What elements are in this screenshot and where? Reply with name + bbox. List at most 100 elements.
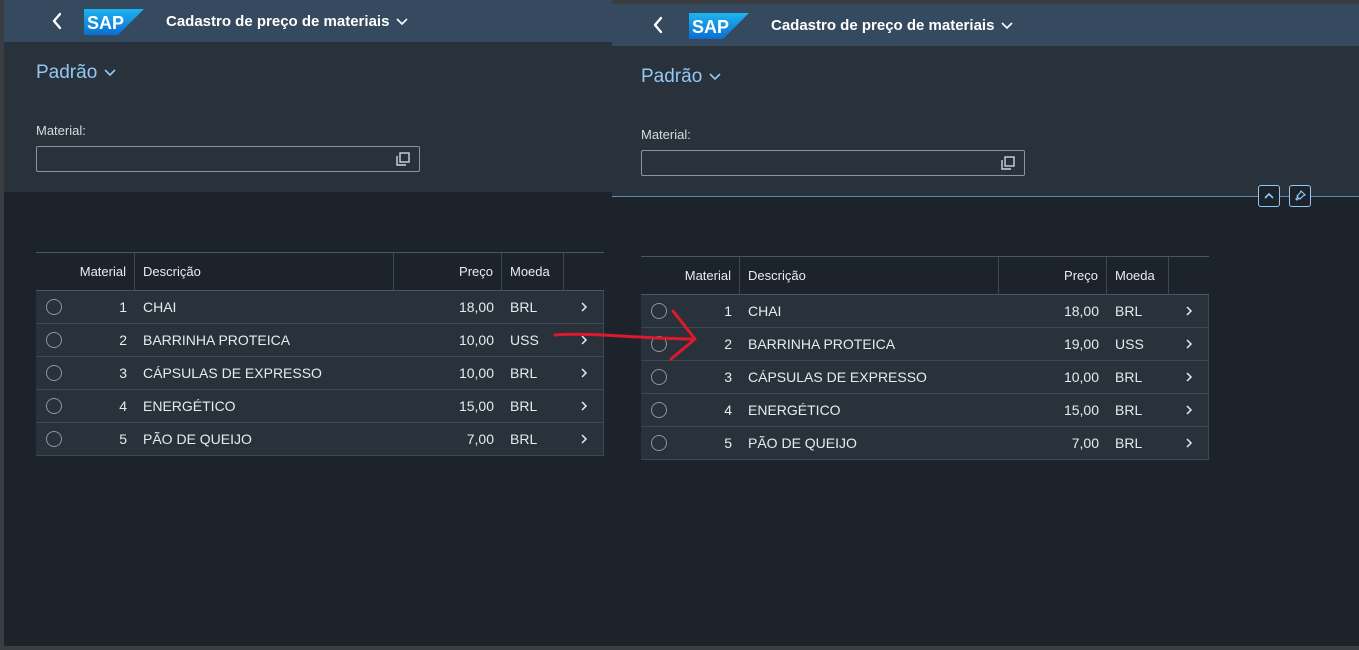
chevron-right-icon[interactable] (1169, 427, 1209, 459)
pin-header-button[interactable] (1289, 185, 1311, 207)
cell-descricao: CÁPSULAS DE EXPRESSO (748, 369, 927, 385)
column-header-descricao[interactable]: Descrição (740, 257, 999, 294)
table-row[interactable]: 5 PÃO DE QUEIJO 7,00 BRL (641, 427, 1209, 460)
material-label: Material: (641, 127, 691, 142)
variant-name: Padrão (641, 66, 703, 88)
cell-material: 1 (119, 299, 127, 315)
cell-preco: 18,00 (1063, 303, 1099, 319)
chevron-right-icon[interactable] (1169, 295, 1209, 327)
cell-material: 4 (119, 398, 127, 414)
table-row[interactable]: 2 BARRINHA PROTEICA 19,00 USS (641, 328, 1209, 361)
table-row[interactable]: 4 ENERGÉTICO 15,00 BRL (641, 394, 1209, 427)
table-row[interactable]: 5 PÃO DE QUEIJO 7,00 BRL (36, 423, 604, 456)
row-select-radio[interactable] (46, 431, 62, 447)
column-header-moeda[interactable]: Moeda (502, 253, 564, 290)
row-select-radio[interactable] (46, 332, 62, 348)
chevron-right-icon[interactable] (564, 390, 604, 422)
app-title-menu[interactable]: Cadastro de preço de materiais (771, 17, 1014, 35)
cell-material: 3 (724, 369, 732, 385)
table-row[interactable]: 3 CÁPSULAS DE EXPRESSO 10,00 BRL (641, 361, 1209, 394)
chevron-down-icon (1000, 18, 1014, 35)
chevron-up-icon (1264, 192, 1274, 199)
back-button[interactable] (44, 7, 72, 35)
cell-material: 3 (119, 365, 127, 381)
material-input[interactable] (641, 150, 1025, 176)
row-select-radio[interactable] (651, 435, 667, 451)
column-header-material[interactable]: Material (677, 257, 740, 294)
column-header-material[interactable]: Material (72, 253, 135, 290)
nav-column-header (564, 253, 604, 290)
column-header-preco[interactable]: Preço (999, 257, 1107, 294)
filter-header: Padrão Material: (4, 42, 612, 192)
cell-moeda: BRL (510, 431, 538, 447)
cell-material: 5 (724, 435, 732, 451)
chevron-right-icon[interactable] (564, 423, 604, 455)
cell-moeda: BRL (1115, 369, 1143, 385)
cell-moeda: BRL (1115, 435, 1143, 451)
cell-preco: 10,00 (458, 332, 494, 348)
chevron-right-icon[interactable] (1169, 394, 1209, 426)
sap-logo: SAP (689, 13, 749, 39)
header-divider (612, 196, 1359, 197)
cell-descricao: CHAI (143, 299, 177, 315)
cell-descricao: BARRINHA PROTEICA (748, 336, 896, 352)
table-row[interactable]: 1 CHAI 18,00 BRL (36, 291, 604, 324)
cell-descricao: ENERGÉTICO (748, 402, 841, 418)
column-header-preco[interactable]: Preço (394, 253, 502, 290)
cell-descricao: BARRINHA PROTEICA (143, 332, 291, 348)
app-title: Cadastro de preço de materiais (166, 13, 390, 30)
chevron-right-icon[interactable] (1169, 361, 1209, 393)
chevron-down-icon (103, 62, 117, 84)
cell-material: 2 (119, 332, 127, 348)
shell-bar: SAP Cadastro de preço de materiais (4, 0, 612, 42)
cell-preco: 18,00 (458, 299, 494, 315)
cell-descricao: CÁPSULAS DE EXPRESSO (143, 365, 322, 381)
row-select-radio[interactable] (46, 398, 62, 414)
red-arrow-annotation (553, 309, 697, 361)
screenshot-before: SAP Cadastro de preço de materiais Padrã… (4, 0, 612, 646)
materials-table: Material Descrição Preço Moeda 1 CHAI 18… (641, 256, 1209, 460)
chevron-right-icon[interactable] (1169, 328, 1209, 360)
variant-name: Padrão (36, 62, 98, 84)
cell-descricao: ENERGÉTICO (143, 398, 236, 414)
svg-text:SAP: SAP (692, 17, 729, 37)
chevron-down-icon (395, 14, 409, 31)
cell-preco: 19,00 (1063, 336, 1099, 352)
row-select-radio[interactable] (46, 299, 62, 315)
cell-material: 5 (119, 431, 127, 447)
sap-logo: SAP (84, 9, 144, 35)
filter-header: Padrão Material: (612, 46, 1359, 196)
table-row[interactable]: 1 CHAI 18,00 BRL (641, 295, 1209, 328)
svg-text:SAP: SAP (87, 13, 124, 33)
chevron-down-icon (708, 66, 722, 88)
app-title: Cadastro de preço de materiais (771, 17, 995, 34)
material-input[interactable] (36, 146, 420, 172)
value-help-icon[interactable] (1000, 155, 1016, 171)
row-select-radio[interactable] (651, 369, 667, 385)
table-row[interactable]: 2 BARRINHA PROTEICA 10,00 USS (36, 324, 604, 357)
column-header-descricao[interactable]: Descrição (135, 253, 394, 290)
table-row[interactable]: 4 ENERGÉTICO 15,00 BRL (36, 390, 604, 423)
cell-preco: 10,00 (458, 365, 494, 381)
cell-moeda: BRL (1115, 303, 1143, 319)
cell-descricao: CHAI (748, 303, 782, 319)
pin-icon (1295, 189, 1307, 201)
row-select-radio[interactable] (651, 402, 667, 418)
back-button[interactable] (645, 11, 673, 39)
collapse-header-button[interactable] (1258, 185, 1280, 207)
cell-preco: 15,00 (1063, 402, 1099, 418)
material-label: Material: (36, 123, 86, 138)
column-header-moeda[interactable]: Moeda (1107, 257, 1169, 294)
variant-selector[interactable]: Padrão (36, 62, 117, 84)
variant-selector[interactable]: Padrão (641, 66, 722, 88)
materials-table: Material Descrição Preço Moeda 1 CHAI 18… (36, 252, 604, 456)
table-header: Material Descrição Preço Moeda (641, 256, 1209, 295)
value-help-icon[interactable] (395, 151, 411, 167)
screenshot-after: SAP Cadastro de preço de materiais Padrã… (612, 4, 1359, 646)
cell-preco: 10,00 (1063, 369, 1099, 385)
back-arrow-icon (52, 12, 62, 30)
row-select-radio[interactable] (46, 365, 62, 381)
app-title-menu[interactable]: Cadastro de preço de materiais (166, 13, 409, 31)
select-column-header (36, 253, 72, 290)
table-row[interactable]: 3 CÁPSULAS DE EXPRESSO 10,00 BRL (36, 357, 604, 390)
